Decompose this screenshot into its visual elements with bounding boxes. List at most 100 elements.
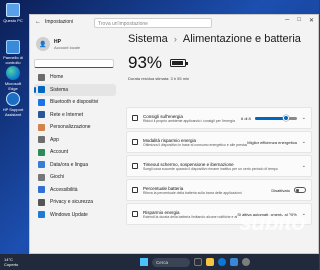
file-explorer-icon[interactable] bbox=[206, 258, 214, 266]
search-placeholder: Trova un'impostazione bbox=[98, 20, 148, 27]
slider-fill bbox=[254, 116, 287, 120]
task-view-icon[interactable] bbox=[194, 258, 202, 266]
card-subtitle: Rileva la percentuale della batteria sul… bbox=[143, 190, 242, 195]
sidebar: HP👤 HP Account locale Home Sistema Bluetoo… bbox=[30, 29, 118, 253]
sidebar-nav: Home Sistema Bluetooth e dispositivi Rete e… bbox=[34, 71, 118, 221]
card-subtitle: Scegli cosa succede quando il dispositiv… bbox=[143, 166, 278, 171]
sidebar-item-0[interactable]: Home bbox=[34, 71, 116, 84]
breadcrumb-separator: › bbox=[173, 34, 177, 44]
nav-icon bbox=[38, 111, 45, 119]
desktop-icon-label: Microsoft Edge bbox=[4, 81, 22, 91]
sidebar-item-10[interactable]: Privacy e sicurezza bbox=[34, 196, 116, 209]
sidebar-item-label: Personalizzazione bbox=[50, 124, 91, 131]
hp-support-icon bbox=[6, 92, 20, 106]
back-arrow-icon[interactable]: ← bbox=[35, 19, 41, 25]
settings-search-input[interactable]: Trova un'impostazione bbox=[94, 18, 212, 28]
card-subtitle: Riduci il proprio ambiente applicando i … bbox=[143, 118, 235, 123]
sidebar-item-label: Giochi bbox=[50, 174, 65, 181]
sidebar-item-1[interactable]: Sistema bbox=[34, 83, 116, 96]
desktop-icon-this-pc[interactable]: Questo PC bbox=[2, 3, 24, 23]
card-icon bbox=[132, 187, 138, 193]
settings-card-4[interactable]: Risparmio energia Estendi la durata della… bbox=[126, 203, 312, 225]
sidebar-item-7[interactable]: Data/ora e lingua bbox=[34, 159, 116, 172]
nav-icon bbox=[38, 86, 45, 94]
card-value: Si attiva automaticamente al 30% bbox=[237, 211, 297, 217]
chevron-down-icon[interactable]: ⌄ bbox=[302, 115, 306, 121]
nav-icon bbox=[38, 161, 45, 169]
energy-progress-slider[interactable] bbox=[254, 115, 297, 121]
breadcrumb: Sistema › Alimentazione e batteria bbox=[128, 33, 318, 45]
chevron-down-icon[interactable]: ⌄ bbox=[302, 139, 306, 145]
user-account[interactable]: HP👤 HP Account locale bbox=[36, 37, 118, 51]
taskbar-search[interactable]: Cerca bbox=[152, 257, 190, 267]
battery-summary: 93% bbox=[128, 53, 318, 73]
card-controls: ⌄ bbox=[297, 163, 306, 169]
card-value: Disattivato bbox=[271, 187, 290, 193]
card-icon bbox=[132, 211, 138, 217]
maximize-icon[interactable]: □ bbox=[297, 17, 301, 24]
card-icon bbox=[132, 139, 138, 145]
edge-icon[interactable] bbox=[218, 258, 226, 266]
account-type: Account locale bbox=[54, 44, 81, 50]
breadcrumb-parent[interactable]: Sistema bbox=[128, 33, 168, 45]
sidebar-item-4[interactable]: Personalizzazione bbox=[34, 121, 116, 134]
sidebar-item-label: Data/ora e lingua bbox=[50, 161, 89, 168]
battery-icon bbox=[170, 59, 188, 67]
weather-widget[interactable]: 14°C Coperto bbox=[4, 257, 44, 267]
windows-start-icon[interactable] bbox=[140, 258, 148, 266]
close-icon[interactable]: ✕ bbox=[309, 17, 314, 24]
settings-card-1[interactable]: Modalità risparmio energia Ottimizza il d… bbox=[126, 131, 312, 153]
sidebar-item-label: Rete e Internet bbox=[50, 111, 84, 118]
card-icon bbox=[132, 115, 138, 121]
page-title: Alimentazione e batteria bbox=[182, 33, 301, 45]
weather-desc: Coperto bbox=[4, 262, 19, 267]
desktop-icon-label: Questo PC bbox=[3, 18, 23, 23]
sidebar-item-label: App bbox=[50, 136, 59, 143]
edge-icon bbox=[6, 66, 20, 80]
nav-icon bbox=[38, 73, 45, 81]
nav-icon bbox=[38, 211, 45, 219]
nav-icon bbox=[38, 173, 45, 181]
store-icon[interactable] bbox=[230, 258, 238, 266]
sidebar-item-2[interactable]: Bluetooth e dispositivi bbox=[34, 96, 116, 109]
taskbar: 14°C Coperto Cerca bbox=[0, 254, 319, 270]
desktop-icon-hp-support[interactable]: HP Support Assistant bbox=[2, 92, 24, 117]
desktop-icon-label: Pannello di controllo bbox=[3, 55, 23, 65]
sidebar-item-label: Sistema bbox=[50, 86, 69, 93]
nav-icon bbox=[38, 198, 45, 206]
chevron-down-icon[interactable]: ⌄ bbox=[302, 163, 306, 169]
sidebar-item-6[interactable]: Account bbox=[34, 146, 116, 159]
chevron-down-icon[interactable]: ⌄ bbox=[302, 211, 306, 217]
settings-card-3[interactable]: Percentuale batteria Rileva la percentual… bbox=[126, 179, 312, 201]
sidebar-item-8[interactable]: Giochi bbox=[34, 171, 116, 184]
taskbar-search-label: Cerca bbox=[156, 259, 169, 265]
desktop-icon-edge[interactable]: Microsoft Edge bbox=[2, 66, 24, 91]
sidebar-item-label: Privacy e sicurezza bbox=[50, 199, 94, 206]
sidebar-item-label: Account bbox=[50, 149, 69, 156]
settings-gear-icon[interactable] bbox=[242, 258, 250, 266]
card-controls: Si attiva automaticamente al 30% ⌄ bbox=[237, 211, 306, 217]
card-controls: Disattivato bbox=[271, 187, 306, 193]
taskbar-center: Cerca bbox=[140, 257, 250, 267]
card-text: Percentuale batteria Rileva la percentual… bbox=[143, 186, 271, 195]
minimize-icon[interactable]: ─ bbox=[285, 17, 289, 24]
desktop-icon-control-panel[interactable]: Pannello di controllo bbox=[2, 40, 24, 65]
card-icon bbox=[132, 163, 138, 169]
avatar: HP👤 bbox=[36, 37, 50, 51]
sidebar-search-input[interactable] bbox=[34, 59, 114, 68]
settings-card-2[interactable]: Timeout schermo, sospensione e ibernazio… bbox=[126, 155, 312, 177]
battery-percent-toggle[interactable] bbox=[294, 187, 306, 193]
settings-card-0[interactable]: Consigli sull'energia Riduci il proprio a… bbox=[126, 107, 312, 129]
window-title: Impostazioni bbox=[45, 19, 74, 25]
sidebar-item-3[interactable]: Rete e Internet bbox=[34, 109, 116, 122]
battery-remaining: Durata residua stimata: 3 h 55 min bbox=[128, 76, 190, 81]
battery-fill bbox=[172, 61, 184, 65]
card-text: Risparmio energia Estendi la durata della… bbox=[143, 210, 237, 219]
sidebar-item-9[interactable]: Accessibilità bbox=[34, 184, 116, 197]
battery-percent: 93% bbox=[128, 53, 163, 72]
slider-thumb[interactable] bbox=[283, 115, 290, 121]
sidebar-item-label: Windows Update bbox=[50, 211, 88, 218]
sidebar-item-5[interactable]: App bbox=[34, 134, 116, 147]
sidebar-item-11[interactable]: Windows Update bbox=[34, 209, 116, 222]
card-text: Consigli sull'energia Riduci il proprio a… bbox=[143, 114, 241, 123]
